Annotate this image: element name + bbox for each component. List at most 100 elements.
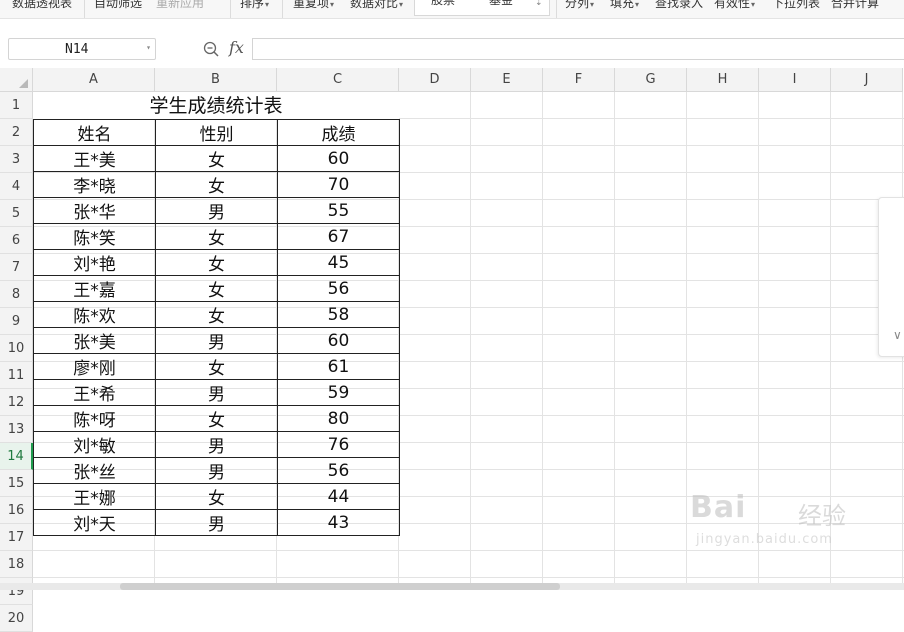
row-header-7[interactable]: 7: [0, 254, 33, 281]
row-header-6[interactable]: 6: [0, 227, 33, 254]
gender-cell[interactable]: 女: [155, 483, 278, 510]
name-cell[interactable]: 李*晓: [33, 171, 156, 198]
compare-button[interactable]: 数据对比▾: [350, 0, 403, 13]
pivot-table-button[interactable]: 数据透视表: [12, 0, 72, 11]
gender-cell[interactable]: 女: [155, 145, 278, 172]
column-header-c[interactable]: C: [277, 68, 399, 92]
gender-cell[interactable]: 女: [155, 223, 278, 250]
column-header-j[interactable]: J: [831, 68, 903, 92]
sheet-title-cell[interactable]: 学生成绩统计表: [33, 92, 399, 119]
fill-button[interactable]: 填充▾: [610, 0, 639, 13]
chevron-down-icon[interactable]: ▾: [146, 43, 151, 52]
score-cell[interactable]: 56: [277, 275, 400, 302]
header-cell[interactable]: 姓名: [33, 119, 156, 146]
column-header-d[interactable]: D: [399, 68, 471, 92]
stock-tab[interactable]: 股票: [431, 0, 455, 8]
score-cell[interactable]: 70: [277, 171, 400, 198]
row-header-17[interactable]: 17: [0, 524, 33, 551]
expand-icon[interactable]: ⇣: [535, 0, 543, 11]
gender-cell[interactable]: 男: [155, 509, 278, 536]
gender-cell[interactable]: 女: [155, 275, 278, 302]
validity-button[interactable]: 有效性▾: [714, 0, 755, 13]
gender-cell[interactable]: 女: [155, 405, 278, 432]
row-header-1[interactable]: 1: [0, 92, 33, 119]
split-button[interactable]: 分列▾: [565, 0, 594, 13]
formula-input[interactable]: [252, 38, 904, 60]
name-cell[interactable]: 陈*欢: [33, 301, 156, 328]
row-header-9[interactable]: 9: [0, 308, 33, 335]
score-cell[interactable]: 56: [277, 457, 400, 484]
score-cell[interactable]: 61: [277, 353, 400, 380]
name-cell[interactable]: 张*美: [33, 327, 156, 354]
name-cell[interactable]: 张*丝: [33, 457, 156, 484]
score-cell[interactable]: 59: [277, 379, 400, 406]
gender-cell[interactable]: 男: [155, 457, 278, 484]
name-cell[interactable]: 陈*呀: [33, 405, 156, 432]
score-cell[interactable]: 55: [277, 197, 400, 224]
row-header-18[interactable]: 18: [0, 551, 33, 578]
row-header-11[interactable]: 11: [0, 362, 33, 389]
column-header-h[interactable]: H: [687, 68, 759, 92]
gender-cell[interactable]: 女: [155, 301, 278, 328]
column-header-e[interactable]: E: [471, 68, 543, 92]
header-cell[interactable]: 性别: [155, 119, 278, 146]
name-box[interactable]: N14 ▾: [8, 38, 156, 60]
score-cell[interactable]: 58: [277, 301, 400, 328]
row-header-2[interactable]: 2: [0, 119, 33, 146]
row-header-10[interactable]: 10: [0, 335, 33, 362]
row-header-4[interactable]: 4: [0, 173, 33, 200]
column-header-i[interactable]: I: [759, 68, 831, 92]
column-header-a[interactable]: A: [33, 68, 155, 92]
gender-cell[interactable]: 男: [155, 379, 278, 406]
row-header-8[interactable]: 8: [0, 281, 33, 308]
column-header-b[interactable]: B: [155, 68, 277, 92]
name-cell[interactable]: 王*希: [33, 379, 156, 406]
score-cell[interactable]: 44: [277, 483, 400, 510]
zoom-out-icon[interactable]: [203, 41, 219, 57]
side-toolbar-panel[interactable]: ∨: [878, 197, 904, 357]
lookup-button[interactable]: 查找录入: [655, 0, 703, 11]
select-all-corner[interactable]: [0, 68, 33, 92]
name-cell[interactable]: 王*嘉: [33, 275, 156, 302]
chevron-down-icon[interactable]: ∨: [893, 328, 902, 342]
autofilter-button[interactable]: 自动筛选: [94, 0, 142, 11]
name-cell[interactable]: 刘*敏: [33, 431, 156, 458]
row-header-5[interactable]: 5: [0, 200, 33, 227]
row-header-16[interactable]: 16: [0, 497, 33, 524]
name-cell[interactable]: 陈*笑: [33, 223, 156, 250]
score-cell[interactable]: 67: [277, 223, 400, 250]
row-header-15[interactable]: 15: [0, 470, 33, 497]
column-header-f[interactable]: F: [543, 68, 615, 92]
gender-cell[interactable]: 女: [155, 171, 278, 198]
column-header-g[interactable]: G: [615, 68, 687, 92]
gender-cell[interactable]: 男: [155, 197, 278, 224]
score-cell[interactable]: 60: [277, 145, 400, 172]
score-cell[interactable]: 76: [277, 431, 400, 458]
stock-fund-box[interactable]: 股票 基金 ⇣: [414, 0, 550, 16]
gender-cell[interactable]: 男: [155, 431, 278, 458]
function-icon[interactable]: fx: [229, 38, 244, 57]
fund-tab[interactable]: 基金: [489, 0, 513, 8]
horizontal-scrollbar[interactable]: [0, 583, 904, 590]
name-cell[interactable]: 刘*艳: [33, 249, 156, 276]
name-cell[interactable]: 廖*刚: [33, 353, 156, 380]
score-cell[interactable]: 80: [277, 405, 400, 432]
reapply-button[interactable]: 重新应用: [156, 0, 204, 11]
scrollbar-thumb[interactable]: [120, 583, 560, 590]
header-cell[interactable]: 成绩: [277, 119, 400, 146]
merge-calc-button[interactable]: 合并计算: [831, 0, 879, 11]
row-header-20[interactable]: 20: [0, 605, 33, 632]
name-cell[interactable]: 王*娜: [33, 483, 156, 510]
name-cell[interactable]: 张*华: [33, 197, 156, 224]
row-header-14[interactable]: 14: [0, 443, 33, 470]
score-cell[interactable]: 45: [277, 249, 400, 276]
row-header-13[interactable]: 13: [0, 416, 33, 443]
gender-cell[interactable]: 女: [155, 249, 278, 276]
duplicates-button[interactable]: 重复项▾: [293, 0, 334, 13]
sort-button[interactable]: 排序▾: [240, 0, 269, 13]
gender-cell[interactable]: 男: [155, 327, 278, 354]
row-header-3[interactable]: 3: [0, 146, 33, 173]
row-header-12[interactable]: 12: [0, 389, 33, 416]
name-cell[interactable]: 王*美: [33, 145, 156, 172]
name-cell[interactable]: 刘*天: [33, 509, 156, 536]
